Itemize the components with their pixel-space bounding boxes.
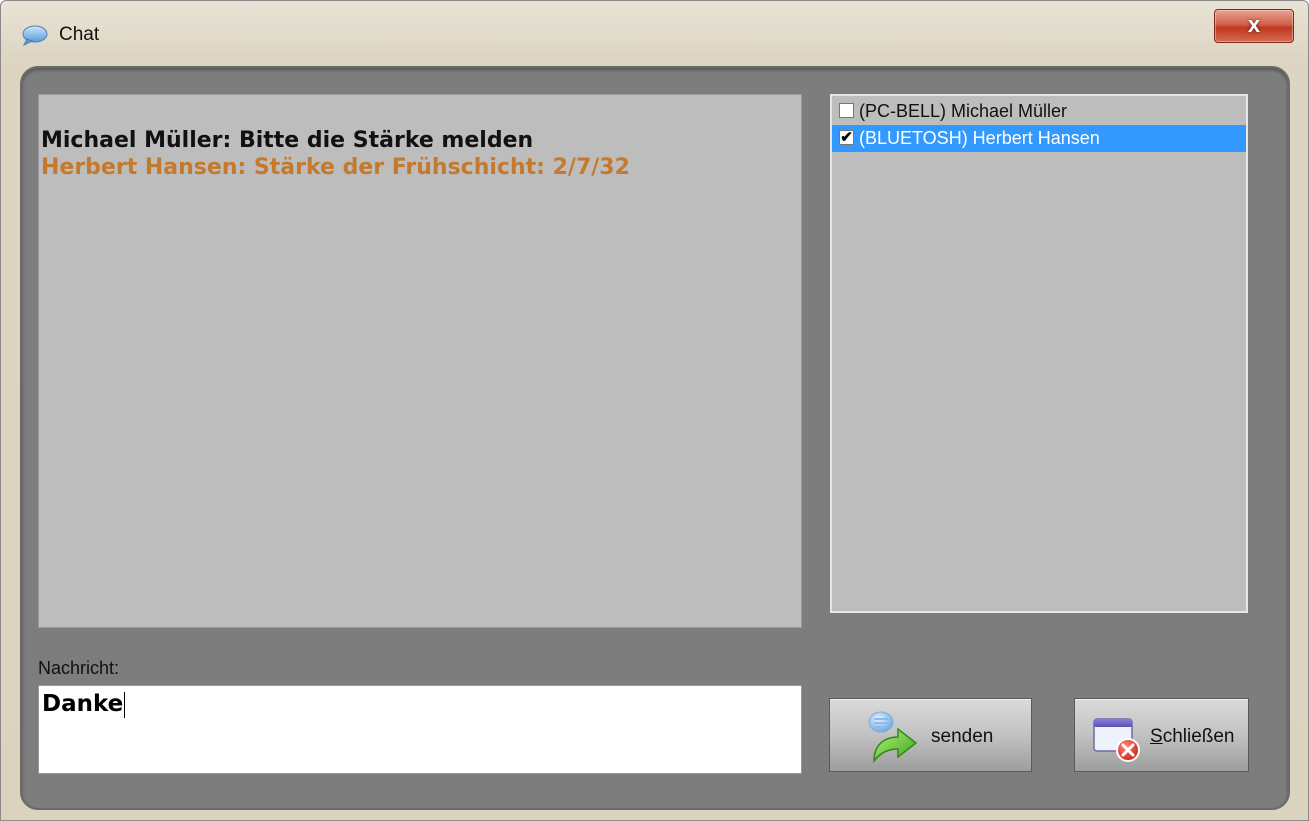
send-button-label: senden (931, 726, 994, 747)
close-button[interactable]: Schließen (1074, 698, 1249, 772)
close-icon: x (1247, 12, 1261, 37)
chat-message: Herbert Hansen: Stärke der Frühschicht: … (41, 155, 630, 180)
send-arrow-icon (864, 709, 920, 765)
close-window-icon (1092, 717, 1142, 763)
chat-bubble-icon (21, 24, 49, 47)
title-bar[interactable]: Chat x (1, 1, 1308, 63)
recipient-checkbox[interactable]: ✔ (839, 130, 854, 145)
window-close-button[interactable]: x (1214, 9, 1294, 43)
chat-message: Michael Müller: Bitte die Stärke melden (41, 128, 534, 153)
message-input[interactable]: Danke (38, 685, 802, 774)
window-title: Chat (59, 24, 100, 45)
recipient-label: (BLUETOSH) Herbert Hansen (859, 128, 1100, 148)
message-input-value: Danke (42, 691, 124, 717)
chat-window: Chat x Michael Müller: Bitte die Stärke … (0, 0, 1309, 821)
text-caret (124, 691, 126, 718)
close-button-label: Schließen (1150, 726, 1235, 747)
recipient-checkbox[interactable] (839, 103, 854, 118)
chat-log[interactable]: Michael Müller: Bitte die Stärke melden … (38, 94, 802, 628)
send-button[interactable]: senden (829, 698, 1032, 772)
recipient-list[interactable]: (PC-BELL) Michael Müller ✔ (BLUETOSH) He… (830, 94, 1248, 613)
recipient-item[interactable]: ✔ (BLUETOSH) Herbert Hansen (832, 125, 1246, 152)
recipient-label: (PC-BELL) Michael Müller (859, 101, 1068, 121)
message-label: Nachricht: (38, 658, 120, 678)
recipient-item[interactable]: (PC-BELL) Michael Müller (832, 98, 1246, 125)
